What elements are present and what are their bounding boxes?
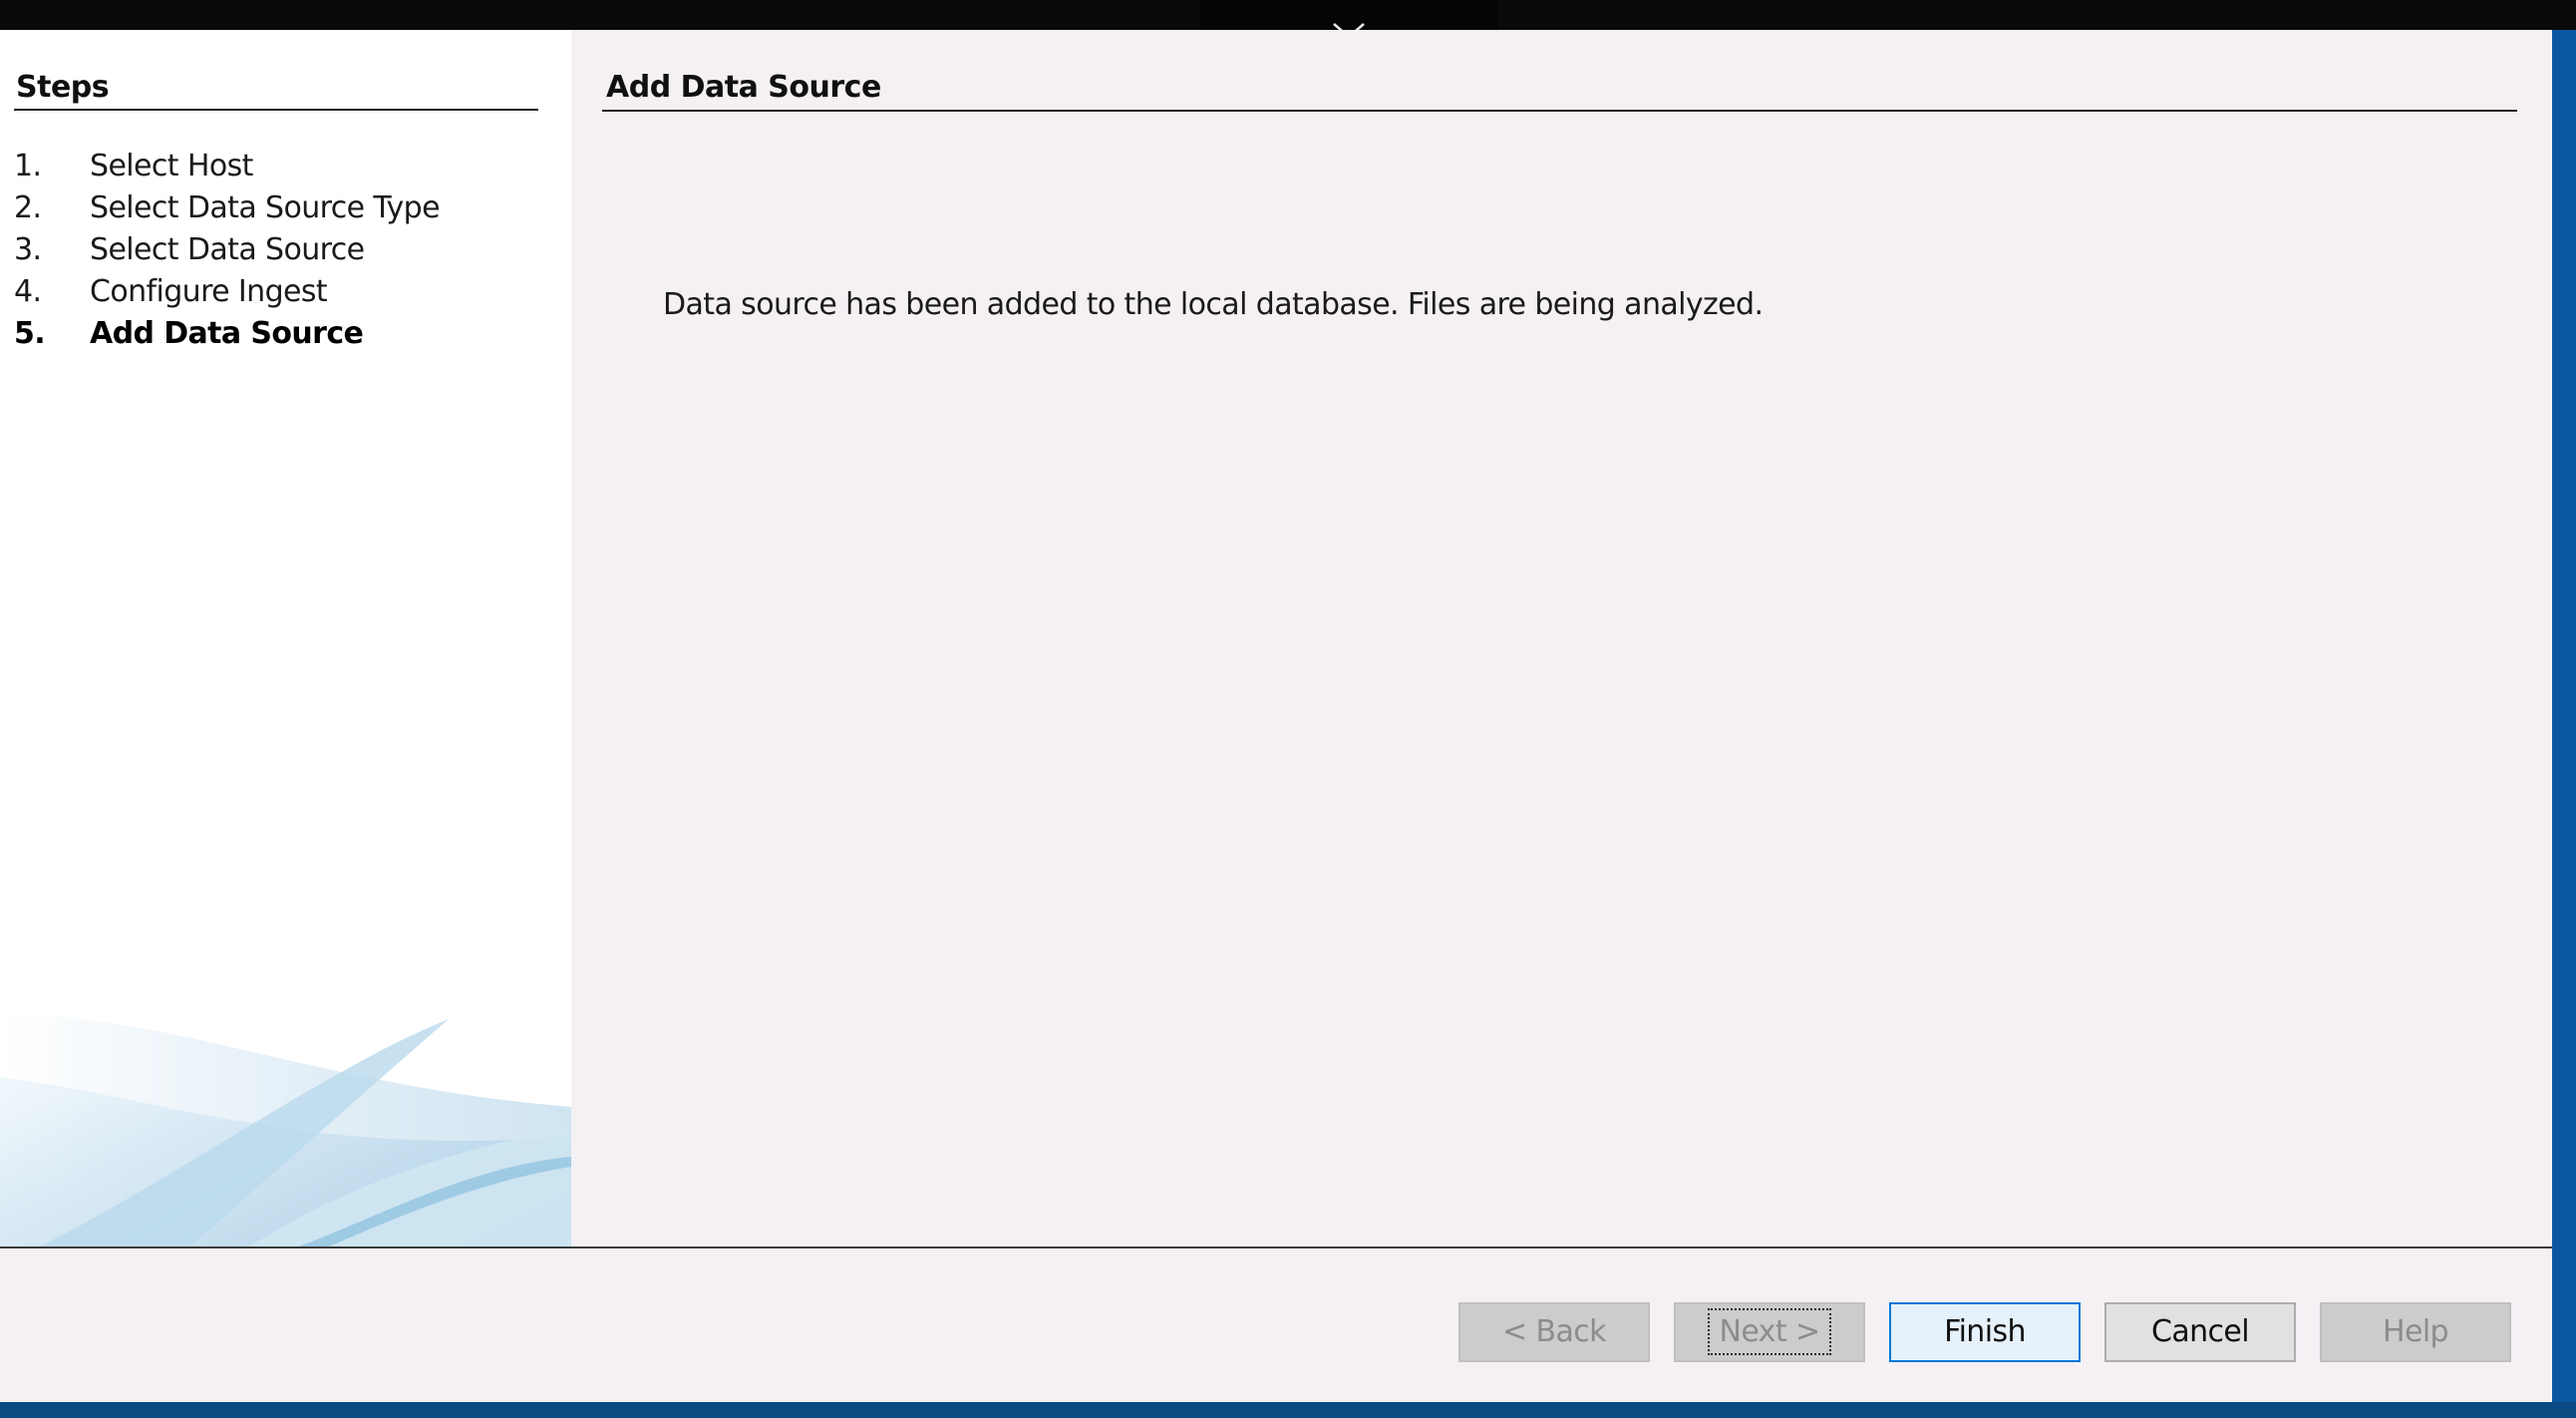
finish-button[interactable]: Finish — [1889, 1302, 2081, 1362]
step-item: 3. Select Data Source — [14, 232, 365, 267]
steps-title: Steps — [16, 70, 110, 105]
next-button[interactable]: Next > — [1674, 1302, 1865, 1362]
step-item: 4. Configure Ingest — [14, 274, 328, 309]
cancel-button[interactable]: Cancel — [2104, 1302, 2296, 1362]
taskbar-edge — [0, 1402, 2576, 1418]
footer-divider — [0, 1246, 2552, 1248]
wave-graphic — [0, 1016, 571, 1246]
back-button[interactable]: < Back — [1458, 1302, 1650, 1362]
title-divider — [602, 110, 2517, 112]
page-title: Add Data Source — [606, 70, 881, 105]
add-data-source-wizard: Steps 1. Select Host 2. Select Data Source… — [0, 30, 2552, 1402]
window-edge — [2552, 30, 2576, 1402]
step-item: 2. Select Data Source Type — [14, 190, 441, 225]
steps-list: 1. Select Host 2. Select Data Source Type … — [14, 146, 441, 355]
help-button[interactable]: Help — [2320, 1302, 2511, 1362]
status-message: Data source has been added to the local … — [663, 287, 1764, 322]
step-item-active: 5. Add Data Source — [14, 316, 364, 351]
steps-panel: Steps 1. Select Host 2. Select Data Source… — [0, 30, 571, 1246]
steps-divider — [14, 109, 538, 111]
step-item: 1. Select Host — [14, 149, 253, 183]
